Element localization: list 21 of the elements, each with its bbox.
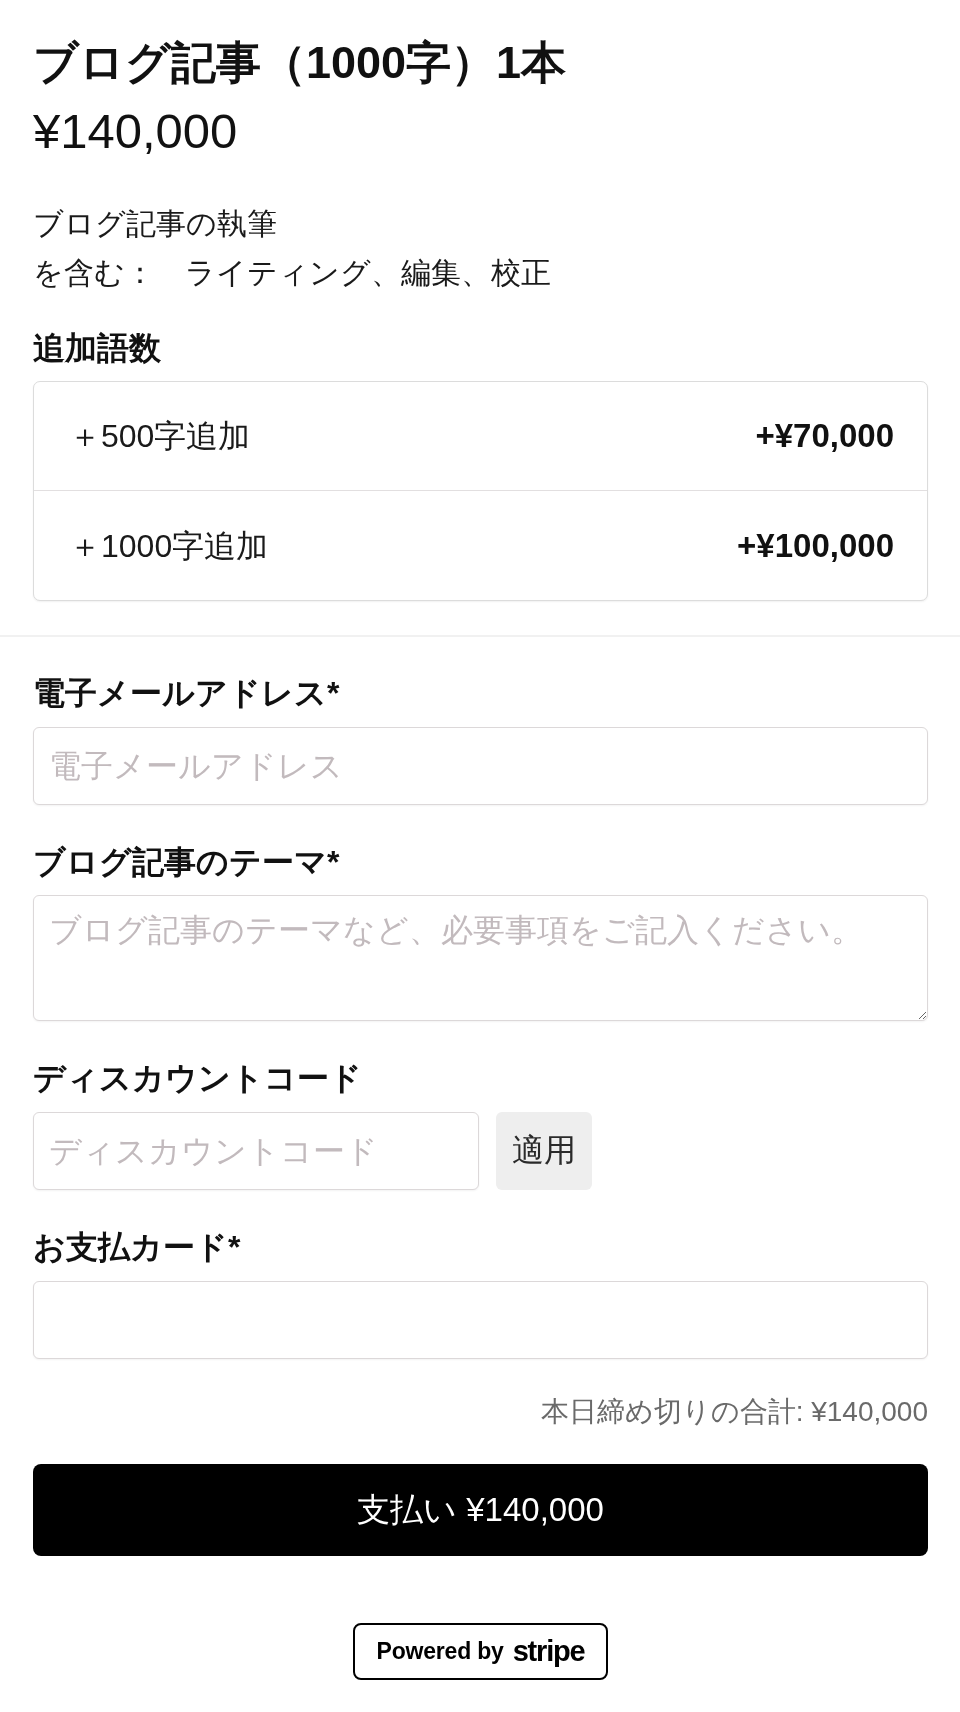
description-line: ブログ記事の執筆 — [33, 206, 278, 242]
addon-price: +¥70,000 — [755, 416, 894, 456]
field-label: ディスカウントコード — [33, 1059, 363, 1098]
addon-label: ＋1000字追加 — [69, 526, 269, 566]
product-price: ¥140,000 — [33, 103, 239, 159]
total-due-text: 本日締め切りの合計: ¥140,000 — [539, 1395, 928, 1429]
apply-button[interactable]: 適用 — [496, 1112, 592, 1190]
message-field[interactable]: ブログ記事のテーマなど、必要事項をご記入ください。 — [33, 895, 928, 1021]
addon-label: ＋500字追加 — [69, 417, 251, 456]
powered-by-link[interactable]: Powered by stripe — [353, 1623, 608, 1680]
addon-price: +¥100,000 — [737, 525, 894, 566]
field-label: ブログ記事のテーマ* — [33, 843, 341, 882]
discount-code-field[interactable]: ディスカウントコード — [33, 1112, 479, 1190]
email-field[interactable]: 電子メールアドレス — [33, 727, 928, 805]
product-title: ブログ記事（1000字）1本 — [33, 37, 568, 89]
addons-heading: 追加語数 — [33, 329, 162, 368]
field-label: お支払カード* — [33, 1228, 242, 1267]
card-field[interactable] — [33, 1281, 928, 1359]
description-line: を含む： ライティング、編集、校正 — [33, 255, 552, 291]
field-label: 電子メールアドレス* — [33, 674, 341, 713]
pay-button[interactable]: 支払い ¥140,000 — [33, 1464, 928, 1556]
